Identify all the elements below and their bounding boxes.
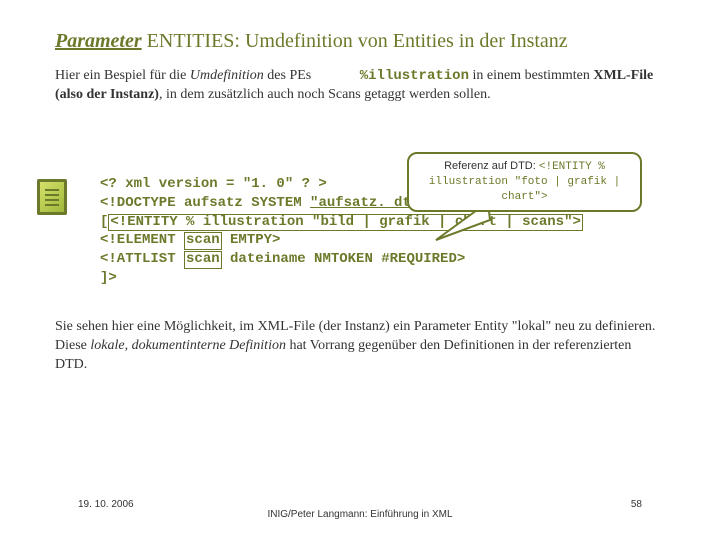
intro-italic: Umdefinition (190, 68, 264, 83)
code-line4c: EMTPY> (222, 232, 281, 248)
intro-t7: , in dem zusätzlich auch noch Scans geta… (159, 87, 491, 102)
intro-t3: des PEs (264, 68, 315, 83)
intro-code-pe: %illustration (360, 68, 469, 84)
code-scan-box2: scan (184, 251, 222, 268)
title-rest: ENTITIES: Umdefinition von Entities in d… (142, 30, 568, 52)
code-line5a: <!ATTLIST (100, 251, 184, 267)
footer-page: 58 (631, 499, 642, 510)
intro-t5: in einem bestimmten (469, 68, 593, 83)
document-icon (37, 179, 67, 215)
title-lead: Parameter (55, 30, 142, 52)
outro-italic: lokale, dokumentinterne Definition (90, 338, 286, 353)
slide-title: Parameter ENTITIES: Umdefinition von Ent… (55, 30, 665, 53)
code-line4a: <!ELEMENT (100, 232, 184, 248)
code-scan-box1: scan (184, 232, 222, 249)
intro-paragraph: Hier ein Bespiel für die Umdefinition de… (55, 67, 665, 105)
code-line5c: dateiname NMTOKEN #REQUIRED> (222, 251, 466, 267)
code-line3a: [ (100, 214, 108, 230)
outro-paragraph: Sie sehen hier eine Möglichkeit, im XML-… (55, 318, 665, 375)
footer-center: INIG/Peter Langmann: Einführung in XML (0, 509, 720, 520)
intro-t1: Hier ein Bespiel für die (55, 68, 190, 83)
code-entity-box: <!ENTITY % illustration "bild | grafik |… (108, 214, 582, 231)
callout-box: Referenz auf DTD: <!ENTITY % illustratio… (407, 152, 642, 212)
code-line1: <? xml version = "1. 0" ? > (100, 176, 327, 192)
callout-label: Referenz auf DTD: (444, 160, 539, 172)
code-line2a: <!DOCTYPE aufsatz SYSTEM (100, 195, 310, 211)
code-line6: ]> (100, 270, 117, 286)
